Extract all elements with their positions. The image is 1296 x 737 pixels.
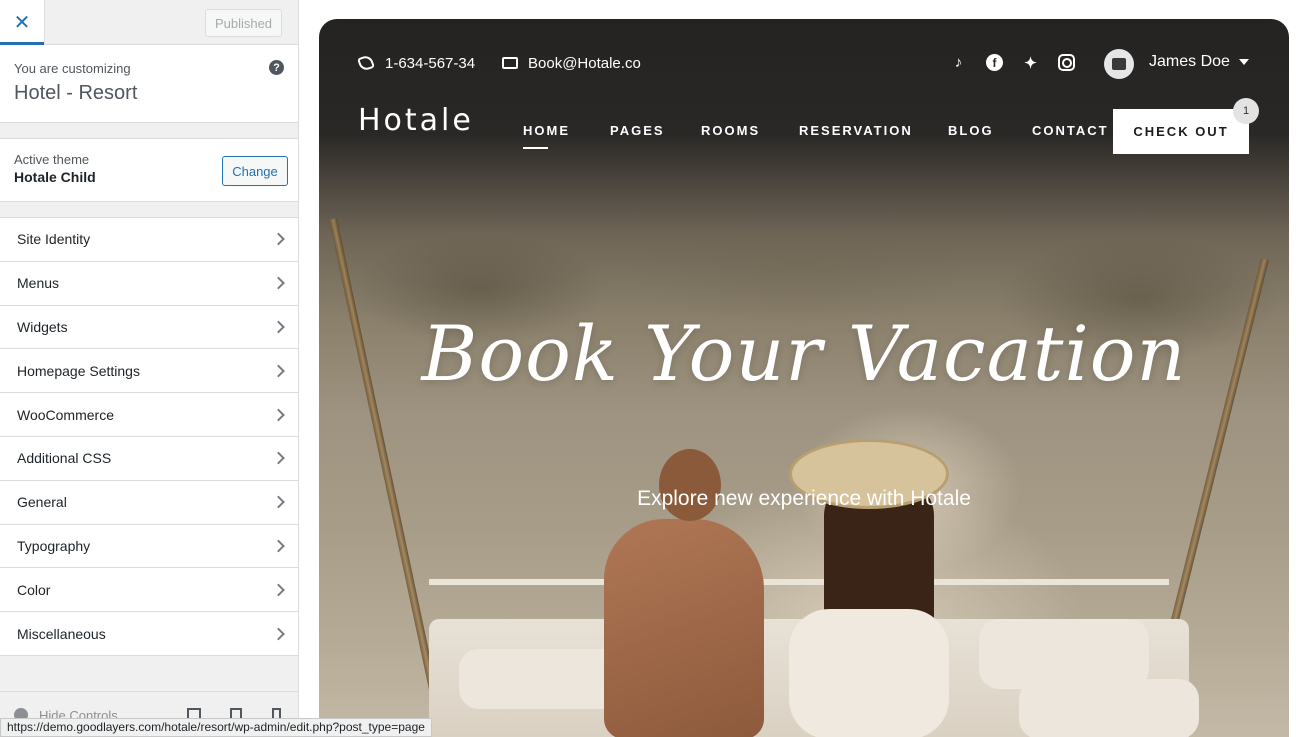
caret-down-icon[interactable] bbox=[1239, 59, 1249, 65]
section-label: Color bbox=[17, 581, 51, 598]
publish-button[interactable]: Published bbox=[205, 9, 282, 37]
topbar-email[interactable]: Book@Hotale.co bbox=[502, 53, 641, 73]
nav-reservation[interactable]: RESERVATION bbox=[799, 123, 913, 138]
section-label: Site Identity bbox=[17, 231, 91, 248]
chevron-right-icon bbox=[272, 539, 285, 553]
section-general[interactable]: General bbox=[0, 480, 298, 525]
section-label: Widgets bbox=[17, 318, 68, 335]
topbar-phone[interactable]: 1-634-567-34 bbox=[357, 53, 476, 73]
nav-rooms[interactable]: ROOMS bbox=[701, 123, 760, 138]
nav-pages[interactable]: PAGES bbox=[610, 123, 665, 138]
help-icon[interactable]: ? bbox=[269, 60, 284, 75]
section-additional-css[interactable]: Additional CSS bbox=[0, 436, 298, 481]
instagram-icon[interactable] bbox=[1058, 54, 1075, 71]
phone-icon bbox=[357, 54, 375, 72]
section-color[interactable]: Color bbox=[0, 568, 298, 613]
nav-home[interactable]: HOME bbox=[523, 123, 570, 149]
nav-blog[interactable]: BLOG bbox=[948, 123, 994, 138]
chevron-right-icon bbox=[272, 320, 285, 334]
chevron-right-icon bbox=[272, 233, 285, 246]
customizer-sections: Site Identity Menus Widgets Homepage Set… bbox=[0, 217, 298, 656]
hero-person-woman bbox=[769, 439, 969, 737]
chevron-right-icon bbox=[272, 495, 285, 509]
section-typography[interactable]: Typography bbox=[0, 524, 298, 569]
customizing-info: You are customizing Hotel - Resort ? bbox=[0, 45, 298, 123]
cart-count-badge: 1 bbox=[1233, 98, 1259, 124]
active-theme-panel: Active theme Hotale Child Change bbox=[0, 138, 298, 202]
section-label: Miscellaneous bbox=[17, 625, 106, 642]
section-widgets[interactable]: Widgets bbox=[0, 305, 298, 350]
hero-title: Book Your Vacation bbox=[421, 309, 1187, 398]
chevron-right-icon bbox=[272, 452, 285, 465]
status-bar-url: https://demo.goodlayers.com/hotale/resor… bbox=[0, 718, 432, 737]
chevron-right-icon bbox=[272, 276, 285, 290]
user-avatar[interactable] bbox=[1104, 49, 1134, 79]
close-icon: ✕ bbox=[13, 12, 31, 34]
close-button[interactable]: ✕ bbox=[0, 0, 45, 46]
hero-subtitle: Explore new experience with Hotale bbox=[637, 487, 971, 510]
woman-body bbox=[789, 609, 949, 737]
chevron-right-icon bbox=[272, 364, 285, 378]
mail-icon bbox=[502, 57, 518, 69]
chevron-right-icon bbox=[272, 583, 285, 597]
site-logo[interactable]: Hotale bbox=[358, 103, 474, 138]
user-name[interactable]: James Doe bbox=[1149, 53, 1230, 71]
nav-contact[interactable]: CONTACT bbox=[1032, 123, 1109, 138]
section-label: Typography bbox=[17, 537, 91, 554]
change-theme-button[interactable]: Change bbox=[222, 156, 288, 186]
section-homepage-settings[interactable]: Homepage Settings bbox=[0, 349, 298, 394]
pillow bbox=[1019, 679, 1199, 737]
customizer-header: ✕ Published bbox=[0, 0, 298, 46]
check-out-button[interactable]: CHECK OUT bbox=[1113, 109, 1249, 154]
section-label: Menus bbox=[17, 275, 60, 292]
facebook-icon[interactable]: f bbox=[986, 54, 1003, 71]
chevron-right-icon bbox=[272, 408, 285, 421]
section-label: General bbox=[17, 494, 67, 511]
customizer-sidebar: ✕ Published You are customizing Hotel - … bbox=[0, 0, 299, 737]
man-body bbox=[604, 519, 764, 737]
tiktok-icon[interactable]: ♪ bbox=[950, 54, 967, 71]
twitter-icon[interactable]: ✦ bbox=[1022, 54, 1039, 72]
email-address: Book@Hotale.co bbox=[528, 54, 641, 72]
section-label: Homepage Settings bbox=[17, 362, 140, 379]
site-title: Hotel - Resort bbox=[14, 82, 138, 104]
section-miscellaneous[interactable]: Miscellaneous bbox=[0, 612, 298, 656]
chevron-right-icon bbox=[272, 627, 285, 640]
section-site-identity[interactable]: Site Identity bbox=[0, 218, 298, 262]
customizing-label: You are customizing bbox=[14, 61, 131, 76]
site-preview: 1-634-567-34 Book@Hotale.co ♪ f ✦ James … bbox=[319, 19, 1289, 737]
section-label: WooCommerce bbox=[17, 406, 114, 423]
section-woocommerce[interactable]: WooCommerce bbox=[0, 393, 298, 437]
phone-number: 1-634-567-34 bbox=[385, 54, 476, 72]
section-menus[interactable]: Menus bbox=[0, 261, 298, 306]
section-label: Additional CSS bbox=[17, 450, 112, 467]
